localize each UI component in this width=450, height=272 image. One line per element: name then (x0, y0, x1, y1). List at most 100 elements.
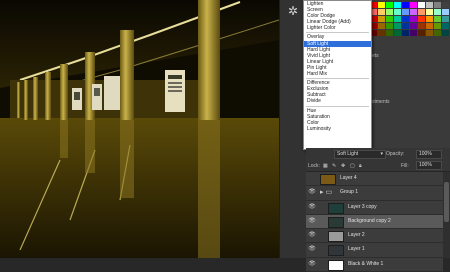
color-swatch[interactable] (410, 30, 417, 36)
color-swatch[interactable] (418, 9, 425, 15)
visibility-eye-icon[interactable]: 👁︎ (308, 204, 316, 211)
color-swatch[interactable] (426, 16, 433, 22)
color-swatch[interactable] (418, 2, 425, 8)
fill-label: Fill: (401, 163, 409, 169)
color-swatch[interactable] (402, 23, 409, 29)
layer-name: Black & White 1 (348, 260, 384, 267)
color-swatch[interactable] (402, 16, 409, 22)
color-swatch[interactable] (378, 23, 385, 29)
blend-mode-value: Soft Light (337, 151, 359, 157)
panel-toolstrip: ✲ (279, 0, 306, 258)
color-swatch[interactable] (410, 9, 417, 15)
blend-mode-select[interactable]: Soft Light ▾ (334, 150, 386, 159)
color-swatch[interactable] (426, 2, 433, 8)
color-swatch[interactable] (410, 23, 417, 29)
color-swatch[interactable] (402, 9, 409, 15)
color-swatch[interactable] (394, 30, 401, 36)
color-swatch[interactable] (426, 30, 433, 36)
color-swatch[interactable] (394, 23, 401, 29)
color-swatch[interactable] (434, 30, 441, 36)
color-swatch[interactable] (418, 16, 425, 22)
color-swatch[interactable] (426, 23, 433, 29)
opacity-value: 100% (419, 151, 432, 157)
fill-input[interactable]: 100% (416, 161, 442, 170)
layers-scrollbar[interactable] (443, 172, 450, 258)
color-swatch[interactable] (442, 9, 449, 15)
layer-thumbnail (328, 245, 344, 257)
color-swatch[interactable] (386, 23, 393, 29)
visibility-eye-icon[interactable]: 👁︎ (308, 232, 316, 239)
color-swatch[interactable] (434, 23, 441, 29)
photo-image (0, 0, 279, 258)
layer-name: Layer 3 copy (348, 203, 377, 210)
color-swatch[interactable] (378, 9, 385, 15)
color-swatch[interactable] (410, 16, 417, 22)
blend-mode-dropdown-list[interactable]: Lighten Screen Color Dodge Linear Dodge (Ad… (303, 0, 372, 150)
blend-mode-option[interactable]: Divide (304, 98, 371, 104)
color-swatch[interactable] (442, 23, 449, 29)
layer-thumbnail (328, 216, 344, 228)
color-swatch[interactable] (402, 2, 409, 8)
menu-separator (306, 105, 369, 107)
opacity-label: Opacity: (386, 151, 405, 157)
blend-mode-option[interactable]: Luminosity (304, 126, 371, 132)
visibility-eye-icon[interactable]: 👁︎ (308, 218, 316, 225)
color-swatch[interactable] (386, 16, 393, 22)
folder-icon: ▸ ▭ (320, 189, 333, 197)
chevron-down-icon: ▾ (380, 151, 383, 157)
panel-tab-adjustments[interactable]: stments (372, 99, 390, 105)
color-swatch[interactable] (410, 2, 417, 8)
layer-row[interactable]: 👁︎ Layer 2 (306, 229, 443, 244)
visibility-eye-icon[interactable]: 👁︎ (308, 246, 316, 253)
layer-row[interactable]: Layer 4 (306, 172, 443, 187)
color-swatch[interactable] (418, 23, 425, 29)
layer-row[interactable]: 👁︎ Background copy 2 (306, 214, 443, 230)
fill-value: 100% (419, 162, 432, 168)
color-swatch[interactable] (378, 16, 385, 22)
panel-tab-libraries[interactable]: ets (372, 53, 379, 59)
document-canvas[interactable] (0, 0, 279, 258)
blend-mode-option[interactable]: Lighter Color (304, 25, 371, 31)
layer-name: Background copy 2 (348, 217, 391, 224)
color-swatch[interactable] (418, 30, 425, 36)
color-swatch[interactable] (426, 9, 433, 15)
adjustments-panel: ets stments (370, 45, 450, 148)
menu-separator (306, 32, 369, 34)
color-swatch[interactable] (378, 30, 385, 36)
color-swatch[interactable] (394, 9, 401, 15)
color-swatch[interactable] (386, 2, 393, 8)
layer-row[interactable]: 👁︎ Layer 1 (306, 243, 443, 258)
color-swatch[interactable] (394, 16, 401, 22)
color-swatch[interactable] (434, 2, 441, 8)
lock-position-icon[interactable]: ✥ (341, 163, 345, 169)
lock-label: Lock: (308, 163, 320, 169)
lock-artboard-icon[interactable]: ▢ (350, 163, 355, 169)
color-swatch[interactable] (386, 30, 393, 36)
color-swatch[interactable] (442, 30, 449, 36)
layer-row[interactable]: 👁︎ ▸ ▭ Group 1 (306, 186, 443, 201)
lock-transparency-icon[interactable]: ▦ (323, 163, 328, 169)
visibility-eye-icon[interactable] (308, 175, 316, 182)
swatches-panel (366, 0, 450, 47)
layer-name: Layer 2 (348, 232, 365, 239)
lock-image-icon[interactable]: ✎ (332, 163, 336, 169)
scrollbar-thumb[interactable] (444, 182, 449, 222)
visibility-eye-icon[interactable]: 👁︎ (308, 189, 316, 196)
layer-row[interactable]: 👁︎ Black & White 1 (306, 257, 443, 272)
color-swatch[interactable] (434, 16, 441, 22)
color-swatch[interactable] (442, 2, 449, 8)
color-swatch[interactable] (402, 30, 409, 36)
blend-mode-option[interactable]: Hard Mix (304, 71, 371, 77)
color-swatch[interactable] (378, 2, 385, 8)
color-swatch[interactable] (394, 2, 401, 8)
layer-thumbnail (320, 174, 336, 185)
layer-row[interactable]: 👁︎ Layer 3 copy (306, 200, 443, 215)
lock-all-icon[interactable]: 🔒︎ (359, 163, 362, 169)
adjustments-icon[interactable]: ✲ (285, 3, 301, 19)
opacity-input[interactable]: 100% (416, 150, 442, 159)
color-swatch[interactable] (434, 9, 441, 15)
visibility-eye-icon[interactable]: 👁︎ (308, 261, 316, 268)
color-swatch[interactable] (442, 16, 449, 22)
color-swatch[interactable] (386, 9, 393, 15)
menu-separator (306, 78, 369, 80)
